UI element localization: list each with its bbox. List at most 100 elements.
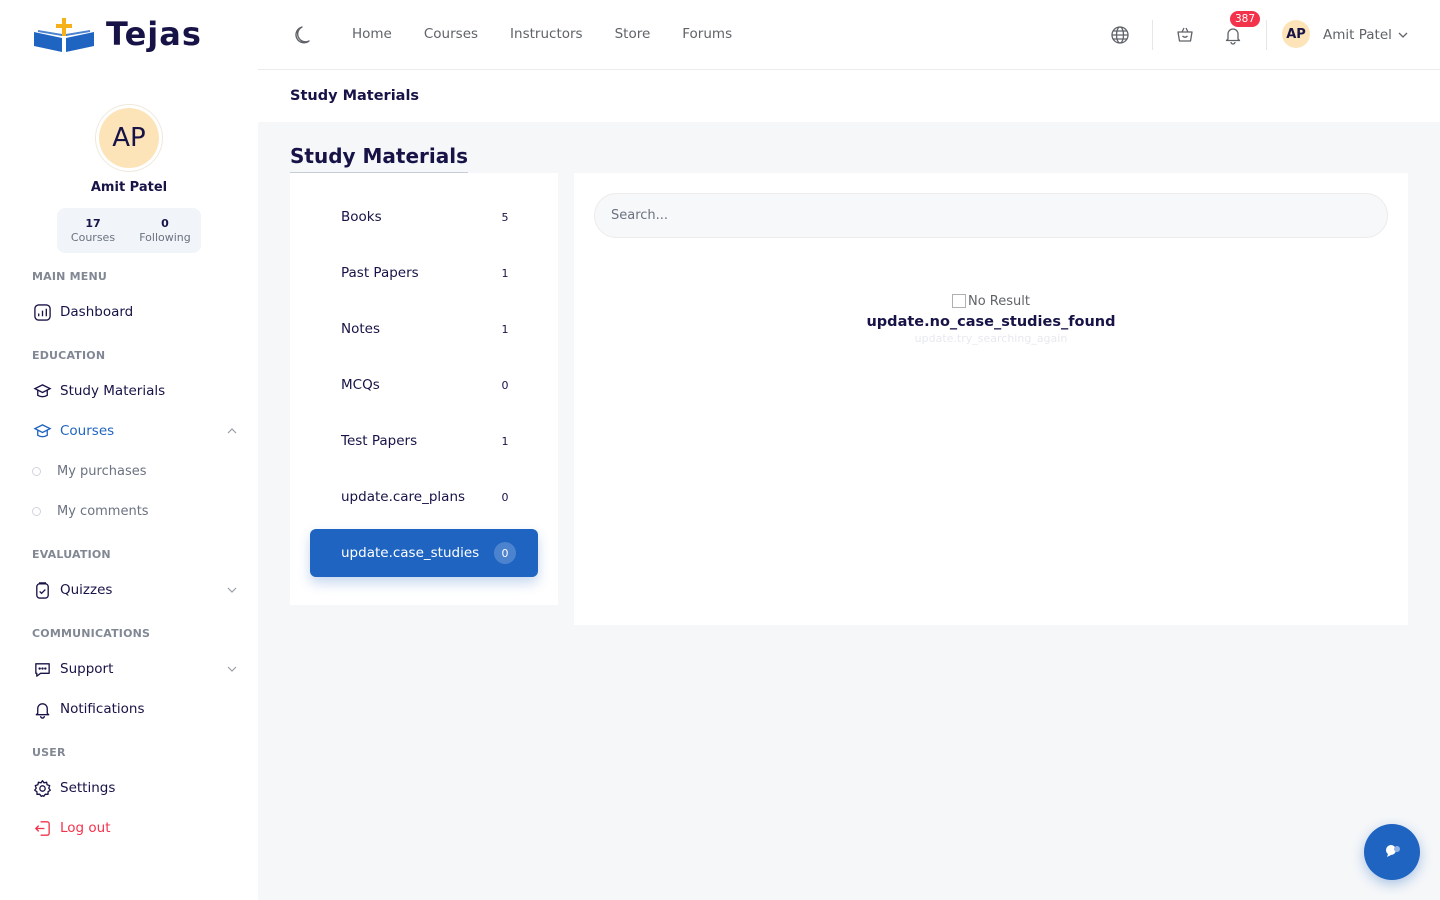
empty-state-title: update.no_case_studies_found (866, 314, 1116, 330)
sidebar-item-label: Notifications (60, 701, 145, 717)
sidebar-item-label: Support (60, 661, 114, 677)
chat-bubble-icon (32, 659, 52, 679)
stat-courses: 17 Courses (57, 208, 129, 253)
stat-following: 0 Following (129, 208, 201, 253)
category-count: 1 (501, 322, 509, 336)
category-label: update.case_studies (341, 545, 480, 561)
section-communications: COMMUNICATIONS (32, 627, 151, 640)
category-count: 0 (494, 542, 516, 564)
category-list: Books 5 Past Papers 1 Notes 1 MCQs 0 Tes… (290, 173, 558, 605)
category-case-studies[interactable]: update.case_studies 0 (310, 529, 538, 577)
bullet-dot-icon (32, 506, 41, 516)
sidebar-item-label: Settings (60, 780, 116, 796)
sidebar-item-dashboard[interactable]: Dashboard (32, 300, 242, 324)
notification-count-badge: 387 (1230, 11, 1261, 27)
stat-following-label: Following (139, 231, 191, 244)
bell-icon (32, 699, 52, 719)
section-user: USER (32, 746, 66, 759)
sidebar-item-notifications[interactable]: Notifications (32, 697, 242, 721)
no-result-image: No Result (952, 294, 1030, 309)
materials-panel: No Result update.no_case_studies_found u… (574, 173, 1408, 625)
sidebar-subitem-label: My purchases (57, 463, 147, 479)
nav-link-courses[interactable]: Courses (424, 26, 478, 42)
dashboard-icon (32, 302, 52, 322)
divider (1152, 20, 1153, 50)
profile-stats: 17 Courses 0 Following (57, 208, 201, 253)
brand-name: Tejas (106, 15, 202, 53)
category-count: 0 (501, 490, 509, 504)
category-count: 0 (501, 378, 509, 392)
chat-support-button[interactable] (1364, 824, 1420, 880)
category-past-papers[interactable]: Past Papers 1 (310, 249, 538, 297)
category-books[interactable]: Books 5 (310, 193, 538, 241)
main-nav: Home Courses Instructors Store Forums (352, 26, 732, 42)
sidebar-item-courses[interactable]: Courses (32, 419, 242, 443)
chat-icon (1386, 845, 1400, 857)
profile-avatar[interactable]: AP (99, 108, 159, 168)
category-label: update.care_plans (341, 489, 466, 505)
sidebar-item-support[interactable]: Support (32, 657, 242, 681)
sidebar-item-label: Log out (60, 820, 111, 836)
sidebar-item-logout[interactable]: Log out (32, 816, 242, 840)
category-label: MCQs (341, 377, 380, 393)
chevron-down-icon (227, 587, 237, 593)
stat-courses-label: Courses (70, 231, 116, 244)
nav-link-store[interactable]: Store (615, 26, 651, 42)
category-label: Past Papers (341, 265, 419, 281)
logout-icon (32, 818, 52, 838)
category-label: Test Papers (341, 433, 418, 449)
cart-basket-icon[interactable] (1173, 23, 1197, 47)
sidebar-item-label: Quizzes (60, 582, 113, 598)
clipboard-check-icon (32, 580, 52, 600)
breadcrumb: Study Materials (290, 88, 420, 104)
dark-mode-moon-icon[interactable] (292, 23, 316, 47)
empty-state: No Result update.no_case_studies_found u… (574, 293, 1408, 346)
category-label: Notes (341, 321, 380, 337)
bullet-dot-icon (32, 466, 41, 476)
book-logo-icon (34, 18, 94, 52)
user-menu-name[interactable]: Amit Patel (1323, 27, 1392, 43)
sidebar-item-label: Study Materials (60, 383, 166, 399)
main-content: Study Materials Books 5 Past Papers 1 No… (258, 122, 1440, 900)
globe-icon[interactable] (1108, 23, 1132, 47)
chevron-down-icon[interactable] (1397, 29, 1409, 41)
category-label: Books (341, 209, 382, 225)
sidebar-subitem-my-comments[interactable]: My comments (32, 501, 149, 521)
nav-link-instructors[interactable]: Instructors (510, 26, 583, 42)
category-mcqs[interactable]: MCQs 0 (310, 361, 538, 409)
category-count: 5 (501, 210, 509, 224)
stat-following-value: 0 (161, 217, 169, 230)
category-count: 1 (501, 266, 509, 280)
sidebar-item-quizzes[interactable]: Quizzes (32, 578, 242, 602)
section-main-menu: MAIN MENU (32, 270, 107, 283)
brand-logo[interactable]: Tejas (32, 14, 202, 54)
category-care-plans[interactable]: update.care_plans 0 (310, 473, 538, 521)
profile-name: Amit Patel (90, 180, 168, 195)
sidebar-item-label: Courses (60, 423, 115, 439)
category-test-papers[interactable]: Test Papers 1 (310, 417, 538, 465)
gear-icon (32, 778, 52, 798)
divider (1266, 20, 1267, 50)
chevron-down-icon (227, 666, 237, 672)
section-evaluation: EVALUATION (32, 548, 111, 561)
page-title: Study Materials (290, 144, 469, 173)
category-notes[interactable]: Notes 1 (310, 305, 538, 353)
search-input[interactable] (594, 193, 1388, 238)
empty-state-hint: update.try_searching_again (914, 332, 1068, 345)
nav-link-forums[interactable]: Forums (682, 26, 732, 42)
sidebar-subitem-label: My comments (57, 503, 149, 519)
stat-courses-value: 17 (85, 217, 101, 230)
graduation-cap-icon (32, 381, 52, 401)
broken-image-icon (952, 294, 966, 308)
nav-link-home[interactable]: Home (352, 26, 392, 42)
graduation-cap-icon (32, 421, 52, 441)
user-avatar[interactable]: AP (1282, 20, 1310, 48)
no-result-image-alt: No Result (968, 293, 1030, 309)
sidebar-item-settings[interactable]: Settings (32, 776, 242, 800)
category-count: 1 (501, 434, 509, 448)
top-navbar: Home Courses Instructors Store Forums 38… (258, 0, 1440, 70)
sidebar-item-study-materials[interactable]: Study Materials (32, 379, 242, 403)
section-education: EDUCATION (32, 349, 106, 362)
sidebar-item-label: Dashboard (60, 304, 134, 320)
sidebar-subitem-my-purchases[interactable]: My purchases (32, 461, 147, 481)
